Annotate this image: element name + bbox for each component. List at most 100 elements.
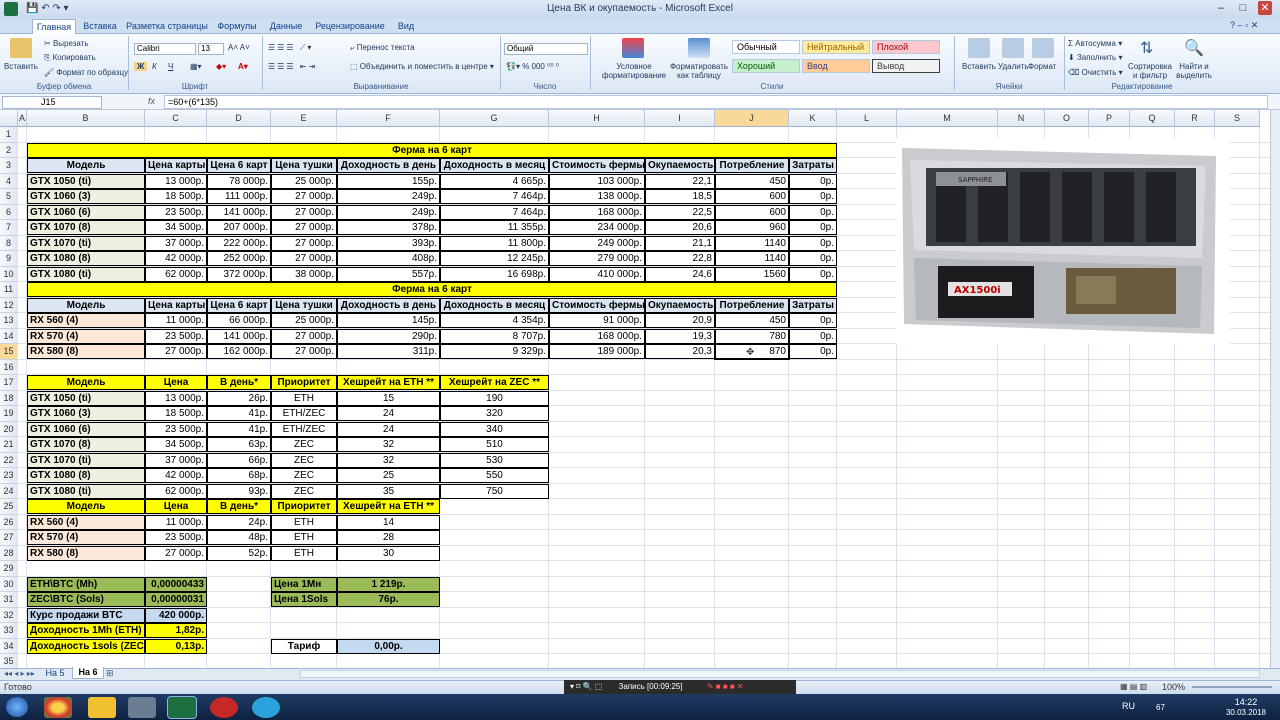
merge-center-button[interactable]: ⬚ Объединить и поместить в центре ▾: [350, 62, 494, 71]
table-cell[interactable]: 66р.: [207, 452, 271, 468]
table-cell[interactable]: 12 245р.: [440, 251, 549, 266]
table-cell[interactable]: 35: [337, 483, 440, 499]
table-cell[interactable]: 408р.: [337, 251, 440, 266]
table-cell[interactable]: 11 000р.: [145, 514, 207, 530]
table-cell[interactable]: 234 000р.: [549, 220, 645, 235]
table-cell[interactable]: ETH/ZEC: [271, 406, 337, 421]
style-good[interactable]: Хороший: [732, 59, 800, 73]
table-cell[interactable]: 23 500р.: [145, 328, 207, 344]
table-cell[interactable]: 27 000р.: [271, 251, 337, 266]
table-cell[interactable]: GTX 1050 (ti): [27, 173, 145, 189]
column-header[interactable]: D: [207, 110, 271, 127]
param-label[interactable]: Курс продажи BTC: [27, 607, 145, 623]
row-header[interactable]: 27: [0, 530, 18, 546]
close-icon[interactable]: ✕: [1258, 1, 1272, 15]
help-icon[interactable]: ? – ▫ ✕: [1230, 20, 1258, 31]
table-cell[interactable]: 27 000р.: [271, 328, 337, 344]
font-name-select[interactable]: Calibri: [134, 43, 196, 55]
row-header[interactable]: 30: [0, 576, 18, 592]
table-cell[interactable]: 0р.: [789, 189, 837, 204]
minimize-icon[interactable]: –: [1214, 1, 1228, 15]
column-title[interactable]: Затраты: [789, 297, 837, 313]
style-normal[interactable]: Обычный: [732, 40, 800, 54]
column-title[interactable]: Модель: [27, 297, 145, 313]
column-title[interactable]: Доходность в день: [337, 158, 440, 173]
table-cell[interactable]: GTX 1060 (3): [27, 189, 145, 204]
table-cell[interactable]: 600: [715, 204, 789, 220]
table-cell[interactable]: 37 000р.: [145, 235, 207, 251]
table-cell[interactable]: 600: [715, 189, 789, 204]
table-cell[interactable]: ZEC: [271, 468, 337, 483]
table-cell[interactable]: 0р.: [789, 220, 837, 235]
column-title[interactable]: Затраты: [789, 158, 837, 173]
style-input[interactable]: Ввод: [802, 59, 870, 73]
format-table-icon[interactable]: [688, 38, 710, 58]
table-cell[interactable]: 27 000р.: [271, 235, 337, 251]
column-header[interactable]: Q: [1130, 110, 1175, 127]
table-cell[interactable]: 1140: [715, 235, 789, 251]
sheet-tab-5[interactable]: На 5: [40, 668, 70, 679]
wrap-text-button[interactable]: ⤶ Перенос текста: [350, 43, 415, 53]
table-cell[interactable]: 18 500р.: [145, 189, 207, 204]
table-cell[interactable]: 145р.: [337, 313, 440, 328]
row-header[interactable]: 23: [0, 468, 18, 484]
vertical-align-icons[interactable]: ☰☰☰ ⟋▾: [268, 43, 313, 53]
table-cell[interactable]: 0р.: [789, 266, 837, 282]
number-format-icons[interactable]: 💱▾ % 000 ⁰⁰ ⁰: [506, 62, 559, 71]
table-cell[interactable]: 1560: [715, 266, 789, 282]
table-cell[interactable]: ETH: [271, 514, 337, 530]
table-cell[interactable]: 141 000р.: [207, 204, 271, 220]
table-cell[interactable]: 25 000р.: [271, 313, 337, 328]
column-title[interactable]: Цена тушки: [271, 158, 337, 173]
table-cell[interactable]: GTX 1080 (ti): [27, 266, 145, 282]
tariff-value[interactable]: 0,00р.: [337, 638, 440, 654]
table-cell[interactable]: RX 570 (4): [27, 328, 145, 344]
table-cell[interactable]: 34 500р.: [145, 437, 207, 452]
column-title[interactable]: Цена карты: [145, 297, 207, 313]
horizontal-scrollbar[interactable]: [300, 670, 1260, 678]
table-cell[interactable]: 0р.: [789, 251, 837, 266]
table-cell[interactable]: 26р.: [207, 390, 271, 406]
start-button[interactable]: [6, 697, 28, 717]
row-header[interactable]: 8: [0, 235, 18, 251]
sheet-nav-icons[interactable]: ◂◂ ◂ ▸ ▸▸: [4, 669, 35, 678]
table-cell[interactable]: 960: [715, 220, 789, 235]
table-cell[interactable]: 530: [440, 452, 549, 468]
table-cell[interactable]: 41р.: [207, 421, 271, 437]
tab-insert[interactable]: Вставка: [80, 19, 120, 34]
column-header[interactable]: I: [645, 110, 715, 127]
cut-button[interactable]: ✂ Вырезать: [44, 39, 89, 48]
recorder-controls[interactable]: ✎ ■ ■ ■ ✕: [707, 682, 744, 691]
table-cell[interactable]: 11 355р.: [440, 220, 549, 235]
italic-button[interactable]: К: [152, 62, 157, 71]
column-title[interactable]: Цена 6 карт: [207, 297, 271, 313]
row-header[interactable]: 12: [0, 297, 18, 313]
table-cell[interactable]: ETH: [271, 530, 337, 545]
conditional-format-icon[interactable]: [622, 38, 644, 58]
tab-view[interactable]: Вид: [392, 19, 420, 34]
table-cell[interactable]: 23 500р.: [145, 530, 207, 545]
table-cell[interactable]: 32: [337, 437, 440, 452]
table-cell[interactable]: 4 354р.: [440, 313, 549, 328]
column-title[interactable]: Приоритет: [271, 499, 337, 514]
table-cell[interactable]: 8 707р.: [440, 328, 549, 344]
table-cell[interactable]: 138 000р.: [549, 189, 645, 204]
param-label[interactable]: ETH\BTC (Mh): [27, 576, 145, 592]
table-cell[interactable]: RX 570 (4): [27, 530, 145, 545]
table-cell[interactable]: 249р.: [337, 189, 440, 204]
table-cell[interactable]: 750: [440, 483, 549, 499]
row-header[interactable]: 21: [0, 437, 18, 453]
column-header[interactable]: A: [18, 110, 27, 127]
table-cell[interactable]: 20,3: [645, 344, 715, 359]
table-cell[interactable]: GTX 1080 (8): [27, 251, 145, 266]
bold-button[interactable]: Ж: [134, 62, 148, 71]
column-title[interactable]: Окупаемость: [645, 158, 715, 173]
tab-data[interactable]: Данные: [264, 19, 308, 34]
table-cell[interactable]: 249р.: [337, 204, 440, 220]
explorer-icon[interactable]: [128, 697, 156, 718]
table-cell[interactable]: 18,5: [645, 189, 715, 204]
table-title[interactable]: Ферма на 6 карт: [27, 142, 837, 158]
table-cell[interactable]: GTX 1070 (ti): [27, 235, 145, 251]
table-cell[interactable]: 24: [337, 406, 440, 421]
horizontal-align-icons[interactable]: ☰☰☰ ⇤⇥: [268, 62, 317, 71]
